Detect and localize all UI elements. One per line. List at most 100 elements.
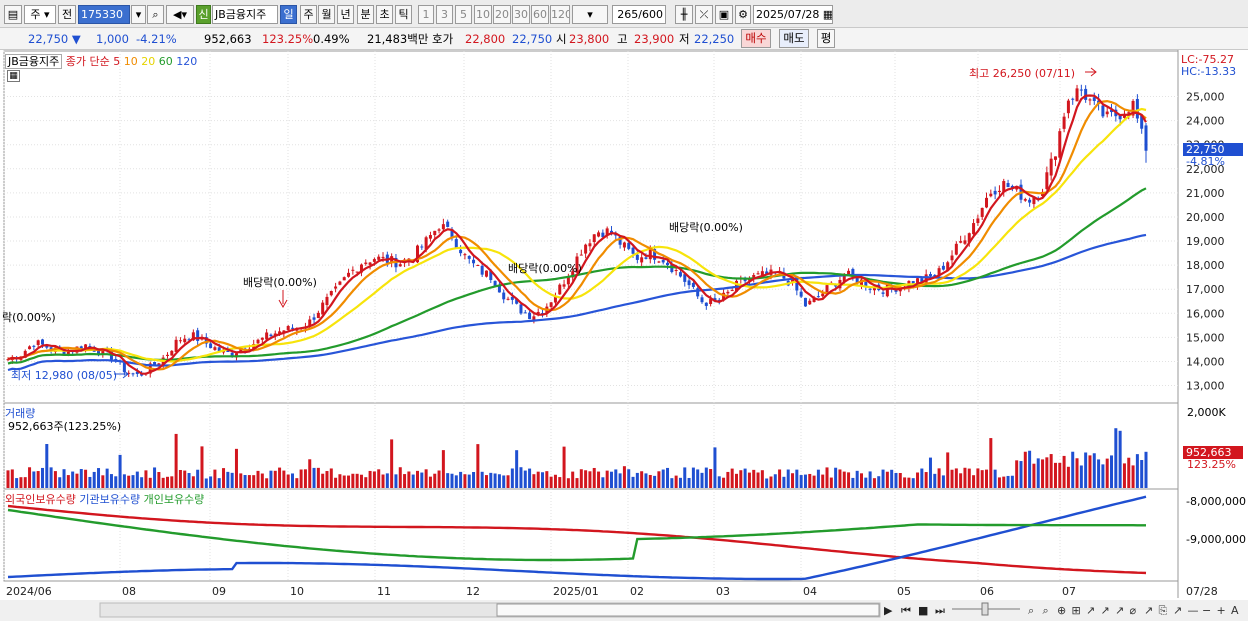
volume-bar (420, 472, 424, 488)
candle-body (372, 259, 376, 262)
buy-button[interactable]: 매수 (741, 29, 771, 48)
period-tab-3[interactable]: 년 (337, 5, 354, 24)
volume-bar (273, 470, 277, 488)
volume-bar (799, 475, 803, 488)
stock-name: JB금융지주 (212, 5, 278, 24)
volume-bar (541, 472, 545, 488)
volume-bar (97, 468, 101, 488)
candle-type-icon[interactable]: ╫ (675, 5, 693, 24)
layout-icon[interactable]: ▤ (4, 5, 22, 24)
candle-body (1045, 172, 1049, 190)
volume-bar (773, 474, 777, 488)
volume-bar (666, 467, 670, 488)
volume-bar (717, 476, 721, 488)
minute-step-20[interactable]: 20 (493, 5, 511, 24)
chart-svg[interactable]: 13,000 14,000 15,000 16,000 17,000 18,000 19,0… (0, 50, 1248, 621)
candle-body (985, 197, 989, 208)
volume-bar (1075, 458, 1079, 488)
x-tick-label: 07/28 (1186, 585, 1218, 598)
period-tab-0[interactable]: 일 (280, 5, 297, 24)
period-tab-5[interactable]: 초 (376, 5, 393, 24)
volume-bar (269, 470, 273, 488)
period-tab-1[interactable]: 주 (300, 5, 317, 24)
volume-bar (364, 477, 368, 488)
volume-bar (1144, 451, 1148, 488)
volume-bar (898, 472, 902, 488)
candle-body (325, 296, 329, 306)
volume-bar (84, 469, 88, 488)
minute-step-10[interactable]: 10 (474, 5, 492, 24)
candle-body (881, 292, 885, 294)
minute-step-60[interactable]: 60 (531, 5, 549, 24)
volume-bar (553, 474, 557, 488)
count-field[interactable]: 265/600 (612, 5, 666, 24)
volume-bar (243, 475, 247, 488)
period-unit-label: 주 (30, 8, 41, 21)
volume-bar (450, 473, 454, 488)
candle-body (183, 338, 187, 343)
volume-bar (32, 471, 36, 488)
period-tab-6[interactable]: 틱 (395, 5, 412, 24)
hc-label: HC:-13.33 (1181, 65, 1237, 78)
candle-body (821, 293, 825, 297)
volume-bar (980, 470, 984, 488)
legend-ma120: 120 (176, 55, 198, 68)
credit-badge: 신 (196, 5, 211, 24)
eval-button[interactable]: 평 (817, 29, 835, 48)
sell-button[interactable]: 매도 (779, 29, 809, 48)
save-icon[interactable]: ▣ (715, 5, 733, 24)
volume-bar (1019, 461, 1023, 488)
search-icon[interactable]: ⌕ (147, 5, 164, 24)
minute-step-5[interactable]: 5 (455, 5, 472, 24)
volume-bar (92, 471, 96, 488)
volume-bar (657, 471, 661, 488)
gear-icon[interactable]: ⚙ (735, 5, 751, 24)
volume-bar (217, 478, 221, 488)
minute-step-120[interactable]: 120 (550, 5, 570, 24)
volume-bar (950, 469, 954, 488)
code-dropdown-icon[interactable]: ▾ (131, 5, 146, 24)
volume-bar (187, 473, 191, 488)
sound-icon[interactable]: ◀▾ (166, 5, 194, 24)
candle-body (502, 292, 506, 300)
period-tab-2[interactable]: 월 (318, 5, 335, 24)
date-field[interactable]: 2025/07/28 ▦ (753, 5, 833, 24)
calendar-icon[interactable]: ▦ (823, 8, 832, 21)
chart-area[interactable]: 13,000 14,000 15,000 16,000 17,000 18,000 19,0… (0, 50, 1248, 621)
period-tab-4[interactable]: 분 (357, 5, 374, 24)
volume-bar (480, 471, 484, 488)
volume-bar (545, 471, 549, 488)
volume-bar (381, 474, 385, 488)
steps-dropdown[interactable]: ▾ (572, 5, 608, 24)
candle-body (420, 246, 424, 248)
toolbox-icon: ⊕ (1057, 604, 1066, 617)
toolbox-icon: ↗ (1144, 604, 1153, 617)
volume-bar (256, 470, 260, 488)
code-input[interactable]: 175330 (78, 5, 130, 24)
volume-bar (291, 473, 294, 488)
candle-body (1058, 131, 1062, 158)
volume-bar (278, 467, 282, 488)
minute-step-3[interactable]: 3 (436, 5, 453, 24)
volume-bar (131, 475, 135, 488)
minute-step-1[interactable]: 1 (418, 5, 434, 24)
grid-icon[interactable]: ▦ (7, 70, 20, 82)
volume-bar (816, 469, 820, 488)
prev-button[interactable]: 전 (58, 5, 76, 24)
candle-body (398, 264, 402, 267)
volume-bar (963, 467, 967, 488)
volume-bar (165, 476, 169, 488)
candle-body (1023, 199, 1027, 201)
volume-bar (234, 448, 238, 488)
volume-bar (441, 450, 445, 488)
compare-icon[interactable]: ⤫ (695, 5, 713, 24)
volume-bar (1088, 455, 1092, 488)
period-unit-select[interactable]: 주 ▾ (24, 5, 56, 24)
candle-body (816, 296, 820, 298)
volume-bar (334, 477, 338, 488)
volume-axis-top: 2,000K (1187, 406, 1226, 419)
low-annotation: 최저 12,980 (08/05) (11, 369, 118, 382)
dividend-label-0: 락(0.00%) (2, 311, 56, 324)
volume-bar (528, 468, 532, 488)
minute-step-30[interactable]: 30 (512, 5, 530, 24)
